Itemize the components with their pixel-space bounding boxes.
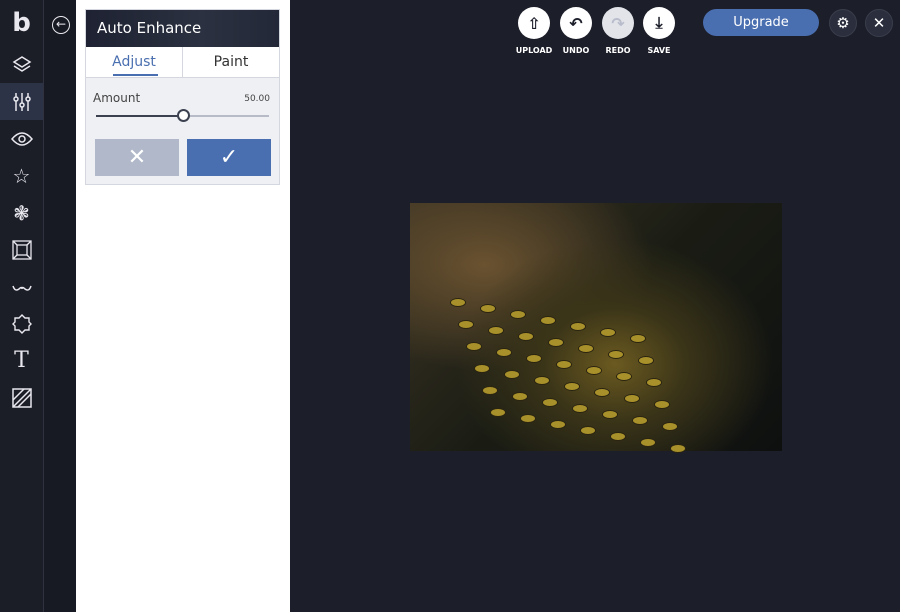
typewriter-key	[526, 354, 542, 363]
adjust-sliders-icon[interactable]	[0, 83, 43, 120]
save-button[interactable]: ⤓	[643, 7, 675, 39]
layers-icon[interactable]	[0, 46, 43, 83]
typewriter-key	[488, 326, 504, 335]
slider-fill	[96, 115, 183, 117]
typewriter-key	[646, 378, 662, 387]
undo-icon: ↶	[569, 13, 583, 33]
typewriter-key	[466, 342, 482, 351]
check-icon: ✓	[219, 145, 239, 170]
typewriter-key	[458, 320, 474, 329]
typewriter-key	[572, 404, 588, 413]
cancel-button[interactable]: ✕	[95, 139, 179, 176]
undo-button[interactable]: ↶	[560, 7, 592, 39]
typewriter-key	[600, 328, 616, 337]
typewriter-key	[474, 364, 490, 373]
typewriter-key	[670, 444, 686, 453]
amount-label: Amount	[93, 91, 141, 105]
close-icon: ✕	[127, 145, 147, 170]
typewriter-key	[602, 410, 618, 419]
upgrade-button[interactable]: Upgrade	[703, 9, 819, 36]
mustache-icon[interactable]	[0, 268, 43, 305]
close-icon[interactable]: ✕	[865, 9, 893, 37]
frame-icon[interactable]	[0, 231, 43, 268]
typewriter-key	[578, 344, 594, 353]
typewriter-key	[548, 338, 564, 347]
photo-canvas[interactable]	[410, 203, 782, 453]
back-arrow-icon[interactable]: ←	[52, 16, 70, 34]
panel-rail: ←	[44, 0, 76, 612]
typewriter-key	[630, 334, 646, 343]
badge-icon[interactable]	[0, 305, 43, 342]
amount-value: 50.00	[244, 94, 270, 104]
tool-sidebar: b ☆ ❃ T	[0, 0, 44, 612]
typewriter-key	[564, 382, 580, 391]
typewriter-key	[504, 370, 520, 379]
typewriter-key	[534, 376, 550, 385]
typewriter-key	[662, 422, 678, 431]
tab-adjust[interactable]: Adjust	[86, 47, 182, 77]
typewriter-key	[556, 360, 572, 369]
typewriter-key	[540, 316, 556, 325]
typewriter-key	[450, 298, 466, 307]
settings-gear-icon[interactable]: ⚙	[829, 9, 857, 37]
typewriter-key	[550, 420, 566, 429]
typewriter-key	[482, 386, 498, 395]
typewriter-key	[632, 416, 648, 425]
typewriter-key	[580, 426, 596, 435]
texture-icon[interactable]	[0, 379, 43, 416]
typewriter-key	[496, 348, 512, 357]
apply-button[interactable]: ✓	[187, 139, 271, 176]
typewriter-key	[570, 322, 586, 331]
typewriter-key	[654, 400, 670, 409]
upload-icon: ⇧	[527, 13, 541, 33]
eye-icon[interactable]	[0, 120, 43, 157]
typewriter-key	[542, 398, 558, 407]
upload-button[interactable]: ⇧	[518, 7, 550, 39]
typewriter-key	[640, 438, 656, 447]
save-icon: ⤓	[655, 13, 663, 32]
typewriter-key	[638, 356, 654, 365]
typewriter-key	[608, 350, 624, 359]
save-label: SAVE	[647, 46, 671, 55]
auto-enhance-card: Auto Enhance Adjust Paint Amount 50.00 ✕…	[85, 9, 280, 185]
typewriter-key	[520, 414, 536, 423]
amount-slider[interactable]	[96, 109, 269, 122]
typewriter-key	[490, 408, 506, 417]
typewriter-key	[616, 372, 632, 381]
typewriter-key	[512, 392, 528, 401]
typewriter-key	[480, 304, 496, 313]
typewriter-key	[610, 432, 626, 441]
star-icon[interactable]: ☆	[0, 157, 43, 194]
typewriter-key	[518, 332, 534, 341]
typewriter-key	[594, 388, 610, 397]
flower-icon[interactable]: ❃	[0, 194, 43, 231]
redo-icon: ↷	[611, 13, 625, 33]
typewriter-key	[510, 310, 526, 319]
tab-paint[interactable]: Paint	[182, 47, 279, 77]
typewriter-key	[586, 366, 602, 375]
tool-panel: Auto Enhance Adjust Paint Amount 50.00 ✕…	[76, 0, 290, 612]
typewriter-key	[624, 394, 640, 403]
logo-icon: b	[12, 7, 31, 38]
text-icon[interactable]: T	[0, 342, 43, 379]
panel-title: Auto Enhance	[86, 10, 279, 47]
redo-button[interactable]: ↷	[602, 7, 634, 39]
slider-handle[interactable]	[176, 109, 190, 122]
